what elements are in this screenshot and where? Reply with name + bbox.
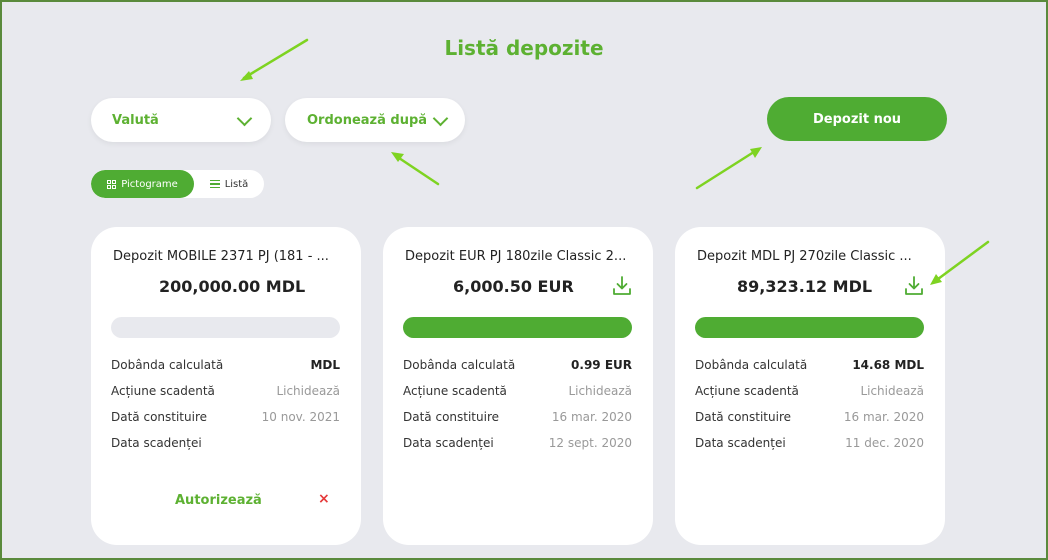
icons-view-toggle[interactable]: Pictograme: [91, 170, 194, 198]
detail-value: 16 mar. 2020: [551, 410, 632, 424]
deposit-progress-bar: [111, 317, 340, 338]
detail-value: Lichidează: [860, 384, 924, 398]
detail-value: 10 nov. 2021: [261, 410, 340, 424]
deposit-progress-bar: [695, 317, 924, 338]
detail-row: Data scadenței 12 sept. 2020: [403, 430, 632, 456]
detail-value: MDL: [310, 358, 340, 372]
deposit-name: Depozit MOBILE 2371 PJ (181 - ...: [113, 249, 329, 264]
detail-label: Dobânda calculată: [111, 358, 224, 372]
sort-label: Ordonează după: [307, 112, 428, 128]
detail-label: Dată constituire: [403, 410, 499, 424]
deposit-card[interactable]: Depozit MDL PJ 270zile Classic ... 89,32…: [675, 227, 945, 545]
grid-icon: [107, 179, 117, 189]
detail-label: Acțiune scadentă: [111, 384, 215, 398]
annotation-arrowhead: [750, 147, 762, 158]
cancel-icon[interactable]: ×: [318, 491, 330, 507]
detail-row: Dată constituire 10 nov. 2021: [111, 404, 340, 430]
deposit-card[interactable]: Depozit MOBILE 2371 PJ (181 - ... 200,00…: [91, 227, 361, 545]
annotation-arrowhead: [240, 71, 253, 81]
deposit-details: Dobânda calculată 14.68 MDL Acțiune scade…: [695, 352, 924, 456]
page-title: Listă depozite: [444, 36, 604, 60]
deposit-card[interactable]: Depozit EUR PJ 180zile Classic 2... 6,00…: [383, 227, 653, 545]
app-frame: Listă depozite Valută Ordonează după Dep…: [0, 0, 1048, 560]
currency-filter-dropdown[interactable]: Valută: [91, 98, 271, 142]
detail-label: Dobânda calculată: [695, 358, 808, 372]
annotation-arrowhead: [391, 152, 404, 162]
currency-filter-label: Valută: [112, 112, 159, 128]
detail-label: Data scadenței: [111, 436, 202, 450]
annotation-arrow: [394, 154, 440, 186]
detail-label: Data scadenței: [695, 436, 786, 450]
sort-dropdown[interactable]: Ordonează după: [285, 98, 465, 142]
detail-row: Data scadenței 11 dec. 2020: [695, 430, 924, 456]
deposit-name: Depozit MDL PJ 270zile Classic ...: [697, 249, 912, 264]
deposit-amount: 6,000.50 EUR: [453, 277, 574, 296]
chevron-down-icon: [432, 110, 449, 127]
deposit-amount: 89,323.12 MDL: [737, 277, 873, 296]
deposit-details: Dobânda calculată 0.99 EUR Acțiune scaden…: [403, 352, 632, 456]
detail-row: Dobânda calculată 0.99 EUR: [403, 352, 632, 378]
download-icon[interactable]: [612, 275, 632, 297]
new-deposit-button[interactable]: Depozit nou: [767, 97, 947, 141]
view-toggle: Pictograme Listă: [91, 170, 264, 198]
list-icon: [209, 179, 220, 189]
list-view-label: Listă: [224, 178, 249, 190]
detail-row: Acțiune scadentă Lichidează: [695, 378, 924, 404]
detail-row: Acțiune scadentă Lichidează: [403, 378, 632, 404]
detail-value: 16 mar. 2020: [843, 410, 924, 424]
detail-value: Lichidează: [568, 384, 632, 398]
detail-label: Dobânda calculată: [403, 358, 516, 372]
detail-row: Dobânda calculată MDL: [111, 352, 340, 378]
detail-value: 0.99 EUR: [571, 358, 632, 372]
authorize-button[interactable]: Autorizează: [175, 493, 262, 508]
deposit-details: Dobânda calculată MDL Acțiune scadentă Lic…: [111, 352, 340, 456]
annotation-arrow: [695, 148, 759, 190]
icons-view-label: Pictograme: [121, 178, 178, 190]
detail-row: Dată constituire 16 mar. 2020: [695, 404, 924, 430]
detail-row: Dobânda calculată 14.68 MDL: [695, 352, 924, 378]
detail-row: Acțiune scadentă Lichidează: [111, 378, 340, 404]
detail-label: Acțiune scadentă: [695, 384, 799, 398]
deposit-name: Depozit EUR PJ 180zile Classic 2...: [405, 249, 627, 264]
detail-label: Data scadenței: [403, 436, 494, 450]
detail-value: Lichidează: [276, 384, 340, 398]
detail-value: 11 dec. 2020: [845, 436, 924, 450]
detail-label: Acțiune scadentă: [403, 384, 507, 398]
deposit-progress-bar: [403, 317, 632, 338]
detail-value: 12 sept. 2020: [548, 436, 632, 450]
detail-value: 14.68 MDL: [852, 358, 924, 372]
list-view-toggle[interactable]: Listă: [194, 170, 264, 198]
download-icon[interactable]: [904, 275, 924, 297]
detail-label: Dată constituire: [695, 410, 791, 424]
deposit-amount: 200,000.00 MDL: [159, 277, 306, 296]
detail-label: Dată constituire: [111, 410, 207, 424]
chevron-down-icon: [236, 110, 253, 127]
detail-row: Dată constituire 16 mar. 2020: [403, 404, 632, 430]
detail-row: Data scadenței: [111, 430, 340, 456]
